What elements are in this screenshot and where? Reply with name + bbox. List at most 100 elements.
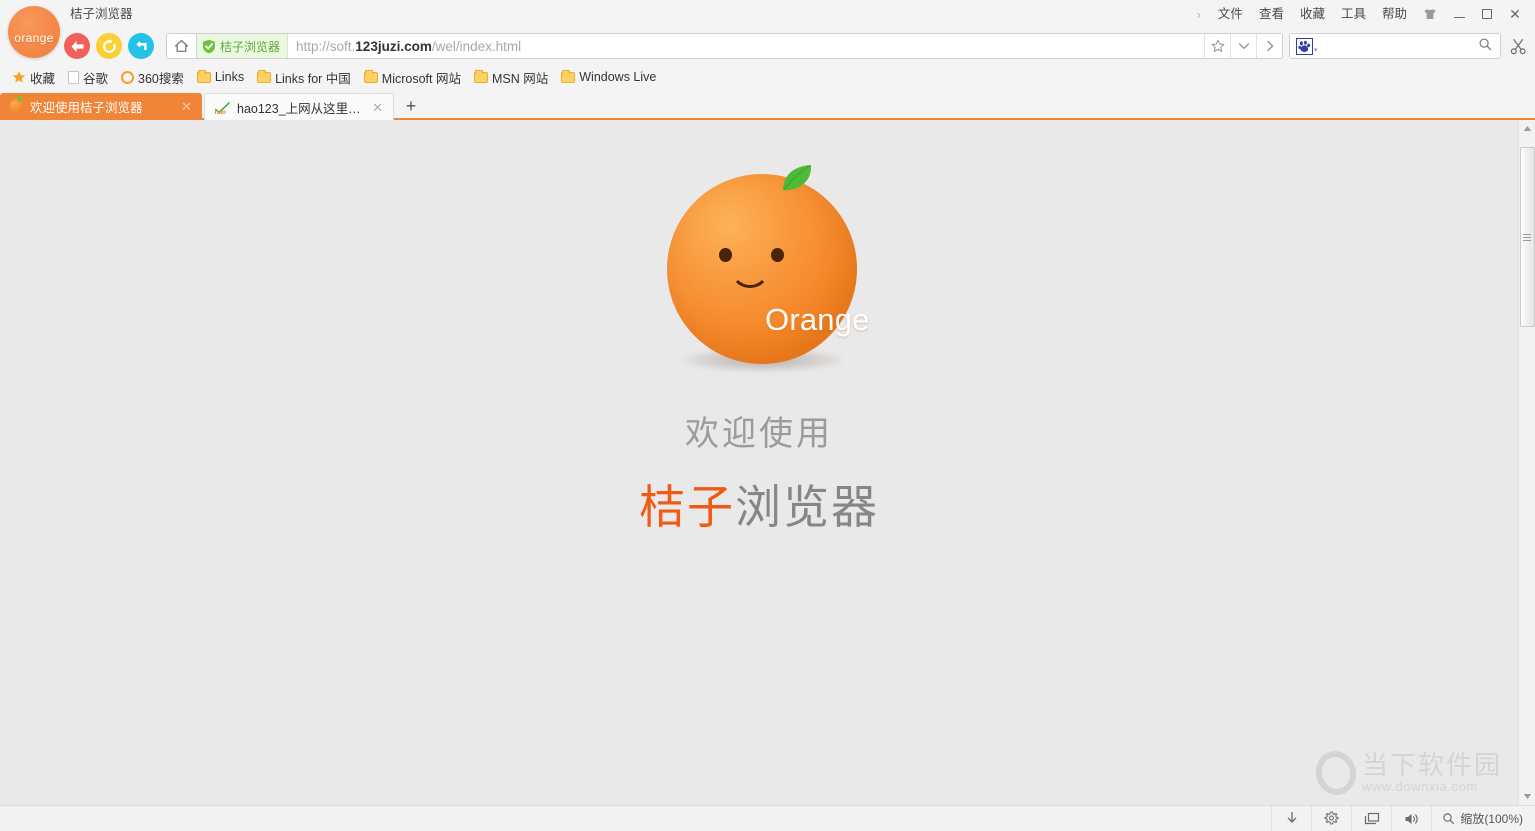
hao123-favicon: hao: [214, 100, 231, 115]
settings-gear-button[interactable]: [1311, 806, 1351, 831]
tab-close-icon[interactable]: ✕: [179, 100, 194, 113]
menu-file[interactable]: 文件: [1210, 0, 1251, 28]
tshirt-icon[interactable]: [1415, 0, 1445, 28]
bookmarks-bar: 收藏 谷歌 360搜索 Links Links for 中国 Microsoft…: [0, 64, 1535, 90]
zoom-label: 缩放(100%): [1460, 810, 1523, 827]
bookmark-links-for-china[interactable]: Links for 中国: [253, 66, 358, 89]
close-button[interactable]: ✕: [1501, 0, 1529, 28]
status-bar: 缩放(100%): [0, 805, 1535, 831]
bookmark-links[interactable]: Links: [193, 68, 251, 86]
app-logo[interactable]: orange: [8, 6, 60, 58]
bookmark-label: 谷歌: [83, 68, 108, 87]
search-engine-caret-icon[interactable]: ▾: [1314, 46, 1318, 54]
scroll-up-button[interactable]: [1519, 120, 1535, 137]
bookmark-microsoft[interactable]: Microsoft 网站: [360, 66, 468, 89]
bookmark-windows-live[interactable]: Windows Live: [557, 68, 663, 86]
bookmark-star-icon[interactable]: [1204, 34, 1230, 58]
browser-window: orange 桔子浏览器 › 文件 查看 收藏 工具 帮助 ✕: [0, 0, 1535, 831]
reload-button[interactable]: [96, 33, 122, 59]
brand-name-orange: 桔子: [639, 481, 735, 533]
tab-strip: 欢迎使用桔子浏览器 ✕ hao hao123_上网从这里开始 ✕ +: [0, 90, 1535, 120]
watermark-logo-icon: [1311, 747, 1360, 799]
shield-check-icon: [202, 39, 216, 54]
mascot-smile: [730, 268, 770, 288]
home-button[interactable]: [166, 33, 196, 59]
watermark-title: 当下软件园: [1362, 752, 1502, 779]
close-icon: ✕: [1509, 7, 1521, 21]
tab-welcome[interactable]: 欢迎使用桔子浏览器 ✕: [0, 93, 202, 120]
url-prefix: http://soft.: [296, 39, 355, 54]
folder-icon: [197, 72, 211, 83]
page-icon: [68, 71, 79, 84]
menu-view[interactable]: 查看: [1251, 0, 1292, 28]
bookmark-label: Windows Live: [579, 70, 656, 84]
mascot-eye-right: [771, 248, 784, 262]
new-tab-button[interactable]: +: [398, 93, 424, 119]
search-magnifier-icon[interactable]: [1478, 37, 1492, 56]
scrollbar-track[interactable]: [1519, 137, 1535, 788]
back-button[interactable]: [64, 33, 90, 59]
security-badge-label: 桔子浏览器: [220, 38, 280, 55]
watermark: 当下软件园 www.downxia.com: [1316, 751, 1502, 795]
baidu-paw-icon[interactable]: [1296, 38, 1313, 55]
bookmark-google[interactable]: 谷歌: [64, 66, 115, 89]
tab-close-icon[interactable]: ✕: [370, 101, 385, 114]
tab-label: 欢迎使用桔子浏览器: [30, 97, 173, 116]
scroll-down-button[interactable]: [1519, 788, 1535, 805]
downloads-button[interactable]: [1271, 806, 1311, 831]
mascot-leaf-icon: [777, 164, 817, 194]
scrollbar-thumb[interactable]: [1520, 147, 1535, 327]
bookmark-360-search[interactable]: 360搜索: [117, 66, 191, 89]
folder-icon: [474, 72, 488, 83]
bookmark-label: MSN 网站: [492, 68, 548, 87]
url-path: /wel/index.html: [432, 39, 521, 54]
screenshot-scissors-icon[interactable]: [1501, 31, 1535, 61]
brand-name: 桔子浏览器: [639, 471, 879, 537]
chevron-right-icon[interactable]: ›: [1197, 7, 1201, 22]
vertical-scrollbar[interactable]: [1518, 120, 1535, 805]
security-badge[interactable]: 桔子浏览器: [197, 34, 288, 58]
orange-mascot: Orange: [659, 156, 859, 366]
welcome-hero: Orange 欢迎使用 桔子浏览器: [0, 120, 1518, 537]
folder-icon: [561, 72, 575, 83]
chevron-down-icon[interactable]: [1230, 34, 1256, 58]
bookmark-label: Links for 中国: [275, 68, 351, 87]
menu-favorites[interactable]: 收藏: [1292, 0, 1333, 28]
bookmark-msn[interactable]: MSN 网站: [470, 66, 555, 89]
circle-360-icon: [121, 71, 134, 84]
address-bar[interactable]: 桔子浏览器 http://soft.123juzi.com/wel/index.…: [196, 33, 1283, 59]
navigation-toolbar: 桔子浏览器 http://soft.123juzi.com/wel/index.…: [0, 28, 1535, 64]
menu-tools[interactable]: 工具: [1333, 0, 1374, 28]
zoom-magnifier-icon: [1442, 812, 1455, 825]
bookmark-label: Links: [215, 70, 244, 84]
watermark-url: www.downxia.com: [1362, 779, 1502, 794]
mascot-body: Orange: [667, 174, 857, 364]
maximize-button[interactable]: [1473, 0, 1501, 28]
menu-help[interactable]: 帮助: [1374, 0, 1415, 28]
mascot-word: Orange: [765, 302, 870, 338]
volume-button[interactable]: [1391, 806, 1431, 831]
star-icon: [12, 70, 26, 84]
window-mode-button[interactable]: [1351, 806, 1391, 831]
svg-text:hao: hao: [215, 109, 226, 115]
bookmark-favorites[interactable]: 收藏: [8, 66, 62, 89]
zoom-control[interactable]: 缩放(100%): [1431, 806, 1535, 831]
bookmark-label: 360搜索: [138, 68, 184, 87]
app-title: 桔子浏览器: [70, 0, 133, 28]
minimize-button[interactable]: [1445, 0, 1473, 28]
web-page: Orange 欢迎使用 桔子浏览器 当下软件园 www.down: [0, 120, 1518, 805]
folder-icon: [257, 72, 271, 83]
scrollbar-grip-icon: [1523, 232, 1531, 243]
welcome-text: 欢迎使用: [685, 406, 833, 455]
address-bar-url[interactable]: http://soft.123juzi.com/wel/index.html: [288, 39, 1204, 54]
folder-icon: [364, 72, 378, 83]
app-logo-text: orange: [14, 31, 53, 45]
search-box[interactable]: ▾: [1289, 33, 1501, 59]
url-domain: 123juzi.com: [355, 39, 432, 54]
tab-hao123[interactable]: hao hao123_上网从这里开始 ✕: [204, 93, 394, 120]
undo-button[interactable]: [128, 33, 154, 59]
brand-name-gray: 浏览器: [735, 481, 879, 533]
go-button[interactable]: [1256, 34, 1282, 58]
tab-label: hao123_上网从这里开始: [237, 98, 364, 117]
orange-favicon: [9, 99, 24, 114]
